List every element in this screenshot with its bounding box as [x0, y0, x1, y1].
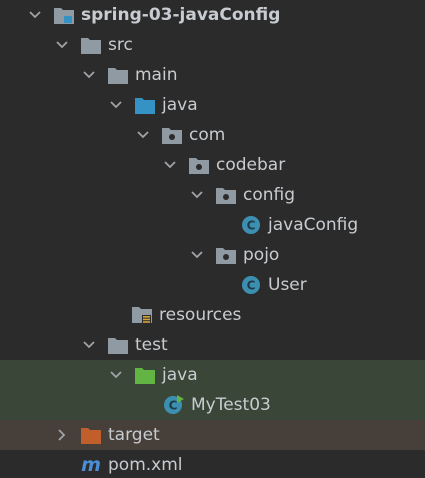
tree-label-com: com	[189, 125, 226, 145]
chevron-down-icon[interactable]	[81, 67, 97, 83]
tree-label-test-java: java	[162, 365, 198, 385]
folder-icon	[107, 334, 129, 356]
tree-row-target[interactable]: target	[0, 420, 425, 450]
tree-label-mytest03: MyTest03	[191, 395, 271, 415]
chevron-down-icon[interactable]	[108, 97, 124, 113]
tree-row-project[interactable]: spring-03-javaConfig	[0, 0, 425, 30]
tree-row-test[interactable]: test	[0, 330, 425, 360]
test-source-root-folder-icon	[134, 364, 156, 386]
chevron-down-icon[interactable]	[108, 367, 124, 383]
tree-label-pojo: pojo	[243, 245, 280, 265]
tree-row-user[interactable]: C User	[0, 270, 425, 300]
svg-text:C: C	[169, 399, 178, 413]
tree-label-config: config	[243, 185, 296, 205]
tree-row-main-java[interactable]: java	[0, 90, 425, 120]
project-name: spring-03-javaConfig	[81, 5, 281, 25]
tree-label-main: main	[135, 65, 178, 85]
chevron-down-icon[interactable]	[189, 247, 205, 263]
folder-icon	[80, 34, 102, 56]
java-class-icon: C	[240, 274, 262, 296]
chevron-down-icon[interactable]	[27, 7, 43, 23]
source-root-folder-icon	[134, 94, 156, 116]
tree-row-config[interactable]: config	[0, 180, 425, 210]
chevron-down-icon[interactable]	[54, 37, 70, 53]
tree-row-mytest03[interactable]: C MyTest03	[0, 390, 425, 420]
tree-label-pom: pom.xml	[108, 455, 183, 475]
tree-label-codebar: codebar	[216, 155, 286, 175]
tree-label-main-java: java	[162, 95, 198, 115]
package-icon	[215, 244, 237, 266]
java-class-icon: C	[240, 214, 262, 236]
tree-label-user: User	[268, 275, 307, 295]
tree-row-src[interactable]: src	[0, 30, 425, 60]
svg-text:C: C	[247, 279, 256, 293]
tree-row-codebar[interactable]: codebar	[0, 150, 425, 180]
chevron-right-icon[interactable]	[54, 427, 70, 443]
tree-label-resources: resources	[159, 305, 242, 325]
maven-icon: m	[81, 453, 101, 476]
package-icon	[161, 124, 183, 146]
package-icon	[188, 154, 210, 176]
tree-row-main[interactable]: main	[0, 60, 425, 90]
resources-folder-icon	[131, 304, 153, 326]
tree-row-pom[interactable]: m pom.xml	[0, 450, 425, 478]
chevron-down-icon[interactable]	[135, 127, 151, 143]
test-class-icon: C	[163, 394, 185, 416]
tree-row-pojo[interactable]: pojo	[0, 240, 425, 270]
excluded-folder-icon	[80, 424, 102, 446]
package-icon	[215, 184, 237, 206]
project-tree: spring-03-javaConfig src main java com c…	[0, 0, 425, 478]
tree-label-target: target	[108, 425, 160, 445]
chevron-down-icon[interactable]	[81, 337, 97, 353]
chevron-down-icon[interactable]	[189, 187, 205, 203]
tree-row-javaconfig[interactable]: C javaConfig	[0, 210, 425, 240]
tree-label-src: src	[108, 35, 133, 55]
tree-label-test: test	[135, 335, 168, 355]
svg-text:C: C	[247, 219, 256, 233]
tree-label-javaconfig: javaConfig	[268, 215, 359, 235]
tree-row-resources[interactable]: resources	[0, 300, 425, 330]
module-folder-icon	[53, 4, 75, 26]
folder-icon	[107, 64, 129, 86]
tree-row-test-java[interactable]: java	[0, 360, 425, 390]
tree-row-com[interactable]: com	[0, 120, 425, 150]
chevron-down-icon[interactable]	[162, 157, 178, 173]
